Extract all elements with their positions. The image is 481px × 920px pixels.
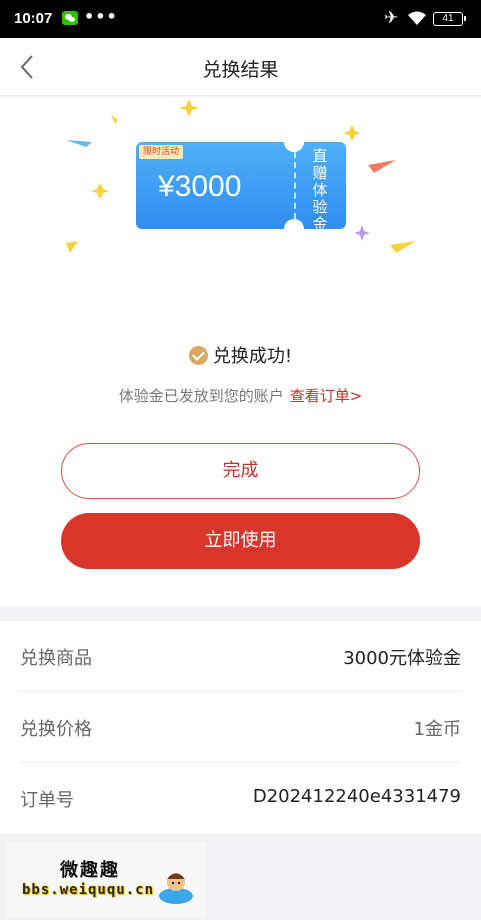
wechat-icon <box>62 11 78 25</box>
coupon-amount: ¥3000 <box>158 170 242 203</box>
detail-row-price: 兑换价格 1金币 <box>20 692 461 763</box>
detail-value: 3000元体验金 <box>343 648 461 669</box>
watermark-url: bbs.weiququ.cn <box>22 882 155 898</box>
done-button[interactable]: 完成 <box>61 443 420 499</box>
mascot-icon <box>159 873 193 904</box>
coupon-stub-label: 直赠体验金 <box>312 147 328 233</box>
watermark-title: 微趣趣 <box>60 860 120 881</box>
coupon-notch <box>284 132 304 152</box>
nav-bar: 兑换结果 <box>0 38 481 96</box>
success-text: 兑换成功! <box>212 346 293 367</box>
detail-row-order-number: 订单号 D202412240e4331479 <box>20 763 461 834</box>
status-bar: 10:07 ••• ✈ 41 <box>0 0 481 38</box>
airplane-icon: ✈ <box>384 8 399 28</box>
view-order-link[interactable]: 查看订单> <box>290 387 363 405</box>
experience-coupon: 限时活动 ¥3000 直赠体验金 <box>136 132 346 239</box>
watermark: 微趣趣 bbs.weiququ.cn <box>6 842 206 917</box>
coupon-notch <box>284 219 304 239</box>
detail-label: 订单号 <box>20 790 74 811</box>
limited-time-tag: 限时活动 <box>139 145 184 159</box>
exchange-details: 兑换商品 3000元体验金 兑换价格 1金币 订单号 D202412240e43… <box>0 621 481 834</box>
use-now-button[interactable]: 立即使用 <box>61 513 420 569</box>
battery-icon: 41 <box>433 12 466 26</box>
status-time: 10:07 <box>14 10 53 27</box>
detail-row-product: 兑换商品 3000元体验金 <box>20 621 461 692</box>
credit-info-text: 体验金已发放到您的账户 <box>118 387 284 405</box>
more-notifications-icon: ••• <box>84 7 118 26</box>
success-message: 兑换成功! <box>0 342 481 368</box>
detail-value: D202412240e4331479 <box>252 786 461 807</box>
check-circle-icon <box>188 346 208 365</box>
wifi-icon <box>408 11 426 25</box>
detail-label: 兑换商品 <box>20 648 92 669</box>
result-panel: 限时活动 ¥3000 直赠体验金 兑换成功! 体验金已发放到您的账户 查看订单> … <box>0 97 481 607</box>
page-title: 兑换结果 <box>202 59 279 81</box>
credit-info: 体验金已发放到您的账户 查看订单> <box>0 385 481 406</box>
detail-value: 1金币 <box>413 719 461 740</box>
detail-label: 兑换价格 <box>20 719 92 740</box>
